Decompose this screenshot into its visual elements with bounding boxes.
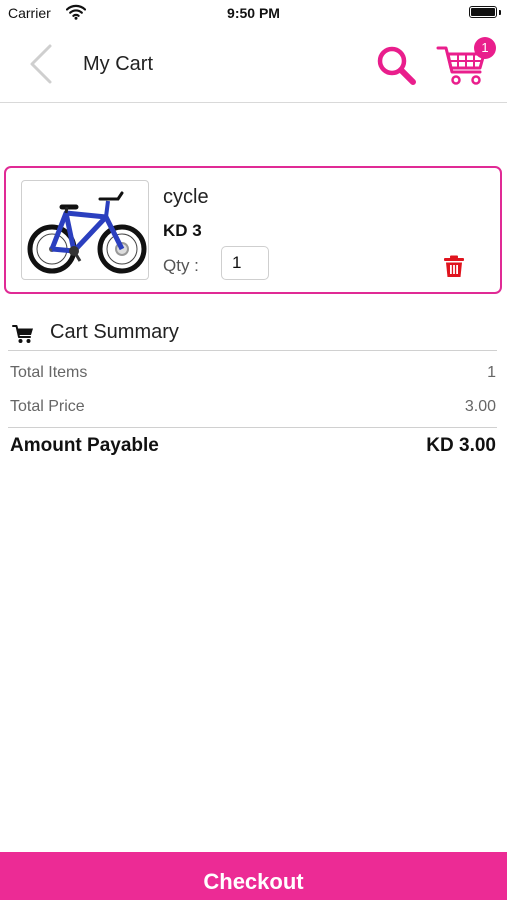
checkout-button[interactable]: Checkout <box>0 852 507 900</box>
total-items-value: 1 <box>487 364 496 381</box>
total-items-row: Total Items 1 <box>0 362 507 386</box>
quantity-label: Qty : <box>163 256 199 275</box>
trash-icon[interactable] <box>442 254 466 278</box>
bicycle-image <box>21 180 149 280</box>
divider <box>8 427 497 428</box>
cart-summary-header: Cart Summary <box>0 318 507 350</box>
status-bar: Carrier 9:50 PM <box>0 0 507 28</box>
product-name: cycle <box>163 186 209 208</box>
navigation-bar: My Cart 1 <box>0 28 507 103</box>
amount-payable-row: Amount Payable KD 3.00 <box>0 434 507 460</box>
product-price: KD 3 <box>163 221 202 240</box>
battery-icon <box>469 6 497 18</box>
divider <box>8 350 497 351</box>
amount-payable-label: Amount Payable <box>10 435 159 456</box>
total-price-row: Total Price 3.00 <box>0 396 507 420</box>
battery-tip <box>499 10 501 15</box>
quantity-field[interactable]: 1 <box>221 246 269 280</box>
total-items-label: Total Items <box>10 364 88 381</box>
chevron-left-icon[interactable] <box>22 42 58 86</box>
total-price-value: 3.00 <box>464 398 496 415</box>
search-icon[interactable] <box>374 43 418 87</box>
clock-time: 9:50 PM <box>227 5 280 21</box>
amount-payable-value: KD 3.00 <box>426 435 496 456</box>
cart-item-card: cycle KD 3 Qty : 1 <box>4 166 502 294</box>
cart-summary-title: Cart Summary <box>50 321 179 343</box>
page-title: My Cart <box>83 53 153 75</box>
cart-count-badge: 1 <box>474 37 496 59</box>
total-price-label: Total Price <box>10 398 85 415</box>
cart-icon <box>12 324 34 349</box>
